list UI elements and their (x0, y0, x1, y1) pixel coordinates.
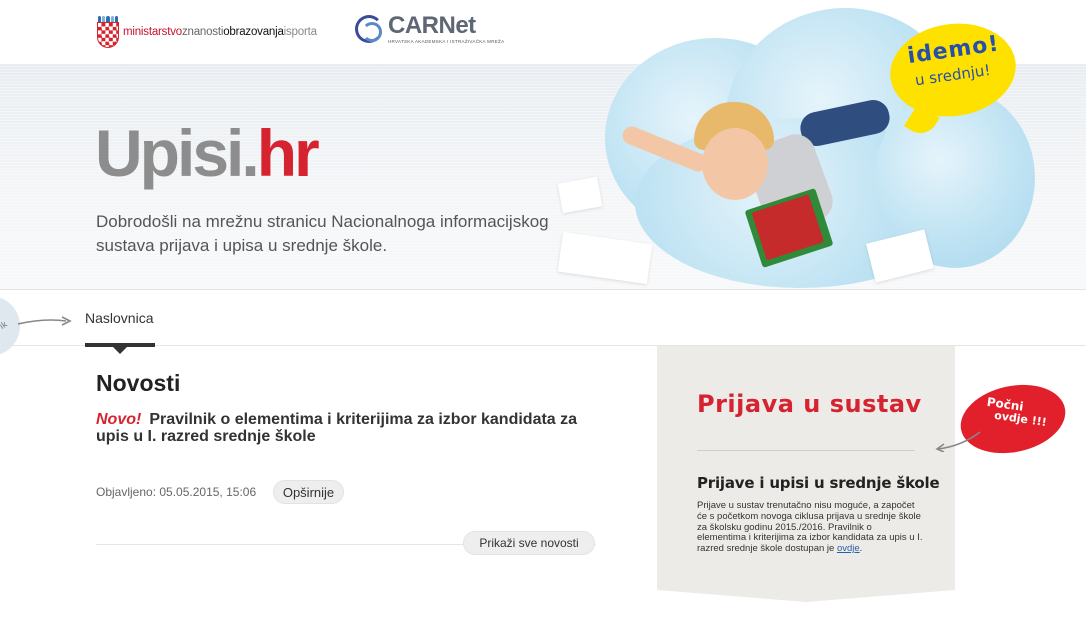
news-item-text: Pravilnik o elementima i kriterijima za … (96, 411, 578, 445)
news-date: Objavljeno: 05.05.2015, 15:06 (96, 485, 257, 499)
login-info-text: Prijave u sustav trenutačno nisu moguće,… (697, 500, 923, 555)
read-more-button[interactable]: Opširnije (273, 480, 344, 504)
main-nav: ik Naslovnica (0, 290, 1086, 356)
login-subtitle: Prijave i upisi u srednje škole (697, 474, 940, 492)
login-panel: Prijava u sustav Prijave i upisi u sredn… (657, 346, 955, 602)
nav-item-naslovnica[interactable]: Naslovnica (85, 310, 153, 326)
show-all-news-button[interactable]: Prikaži sve novosti (463, 531, 595, 555)
arrow-icon (18, 316, 72, 326)
carnet-name: CARNet (388, 12, 476, 39)
login-title: Prijava u sustav (697, 390, 922, 418)
welcome-text: Dobrodošli na mrežnu stranicu Nacionalno… (96, 212, 549, 255)
new-badge: Novo! (96, 411, 142, 428)
carnet-logo[interactable]: CARNet HRVATSKA AKADEMSKA I ISTRAŽIVAČKA… (355, 14, 504, 44)
here-link[interactable]: ovdje (837, 543, 860, 554)
divider (697, 450, 915, 451)
side-decoration: ik (0, 296, 20, 356)
news-item-link[interactable]: Novo! Pravilnik o elementima i kriterijim… (96, 411, 596, 445)
carnet-swirl-icon (355, 15, 383, 43)
croatian-coat-of-arms-icon (97, 16, 119, 48)
ministry-logo[interactable]: ministarstvoznanostiobrazovanjaisporta (97, 16, 317, 48)
carnet-subtitle: HRVATSKA AKADEMSKA I ISTRAŽIVAČKA MREŽA (388, 39, 505, 44)
news-title: Novosti (96, 370, 181, 396)
arrow-icon (935, 431, 981, 452)
girl-illustration-face (702, 128, 768, 200)
ministry-name: ministarstvoznanostiobrazovanjaisporta (123, 26, 317, 38)
nav-active-indicator (85, 343, 155, 354)
site-logo[interactable]: Upisi.hr (95, 118, 320, 188)
